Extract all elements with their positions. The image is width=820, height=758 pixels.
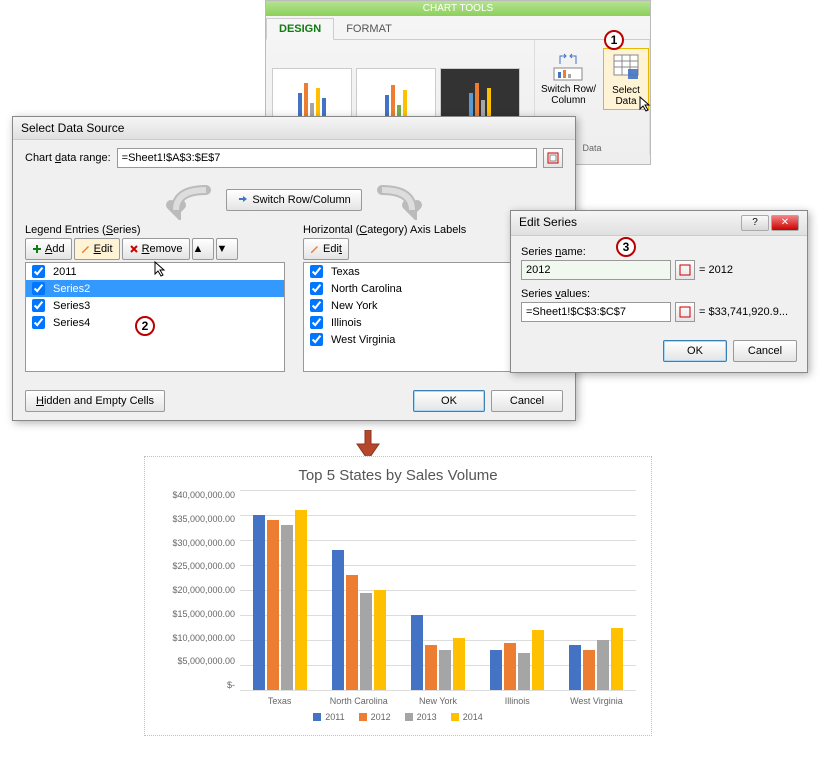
cat-item: Illinois xyxy=(331,317,362,329)
series-add-button[interactable]: Add xyxy=(25,238,72,260)
range-ref-button[interactable] xyxy=(543,148,563,168)
range-ref-icon xyxy=(679,264,691,276)
swap-arrow-right xyxy=(372,180,432,220)
series-values-ref-button[interactable] xyxy=(675,302,695,322)
es-help-button[interactable]: ? xyxy=(741,215,769,231)
range-ref-icon xyxy=(547,152,559,164)
edit-series-dialog: Edit Series ? ✕ Series name: = 2012 Seri… xyxy=(510,210,808,373)
edit-icon xyxy=(310,244,320,254)
select-data-button[interactable]: Select Data xyxy=(603,48,649,110)
add-icon xyxy=(32,244,42,254)
series-values-result: = $33,741,920.9... xyxy=(699,306,788,318)
cat-check-2[interactable] xyxy=(310,299,323,312)
series-check-2[interactable] xyxy=(32,299,45,312)
cat-item: West Virginia xyxy=(331,334,395,346)
ribbon-title: CHART TOOLS xyxy=(266,1,650,16)
cat-item: North Carolina xyxy=(331,283,402,295)
series-listbox[interactable]: 2011 Series2 Series3 Series4 xyxy=(25,262,285,372)
swap-arrow-left xyxy=(156,180,216,220)
es-titlebar: Edit Series ? ✕ xyxy=(511,211,807,236)
series-remove-button[interactable]: Remove xyxy=(122,238,190,260)
chart-data-range-input[interactable] xyxy=(117,148,537,168)
series-check-1[interactable] xyxy=(32,282,45,295)
plot-area: $40,000,000.00$35,000,000.00$30,000,000.… xyxy=(240,490,636,690)
series-item: Series3 xyxy=(53,300,90,312)
cat-item: Texas xyxy=(331,266,360,278)
callout-3: 3 xyxy=(616,237,636,257)
series-item: Series2 xyxy=(53,283,90,295)
series-edit-button[interactable]: Edit xyxy=(74,238,120,260)
series-name-input[interactable] xyxy=(521,260,671,280)
series-check-3[interactable] xyxy=(32,316,45,329)
remove-icon xyxy=(129,244,139,254)
x-axis: TexasNorth CarolinaNew YorkIllinoisWest … xyxy=(240,696,636,706)
switch-icon xyxy=(552,50,584,82)
sds-ok-button[interactable]: OK xyxy=(413,390,485,412)
callout-2: 2 xyxy=(135,316,155,336)
series-name-label: Series name: xyxy=(521,246,797,258)
series-values-input[interactable] xyxy=(521,302,671,322)
y-axis: $40,000,000.00$35,000,000.00$30,000,000.… xyxy=(160,490,235,690)
cat-item: New York xyxy=(331,300,377,312)
select-data-icon xyxy=(610,51,642,83)
switch-row-column-dialog-button[interactable]: Switch Row/Column xyxy=(226,189,361,211)
sds-title: Select Data Source xyxy=(21,121,124,135)
sds-titlebar: Select Data Source xyxy=(13,117,575,140)
es-close-button[interactable]: ✕ xyxy=(771,215,799,231)
series-name-result: = 2012 xyxy=(699,264,733,276)
edit-icon xyxy=(81,244,91,254)
cat-check-1[interactable] xyxy=(310,282,323,295)
cat-check-3[interactable] xyxy=(310,316,323,329)
es-ok-button[interactable]: OK xyxy=(663,340,727,362)
chart-title: Top 5 States by Sales Volume xyxy=(160,467,636,484)
cat-check-4[interactable] xyxy=(310,333,323,346)
cursor-icon xyxy=(638,95,652,113)
chart-legend: 2011201220132014 xyxy=(160,712,636,722)
series-move-down-button[interactable]: ▼ xyxy=(216,238,238,260)
select-data-source-dialog: Select Data Source Chart data range: Swi… xyxy=(12,116,576,421)
axis-edit-button[interactable]: Edit xyxy=(303,238,349,260)
series-name-ref-button[interactable] xyxy=(675,260,695,280)
callout-1: 1 xyxy=(604,30,624,50)
series-check-0[interactable] xyxy=(32,265,45,278)
series-move-up-button[interactable]: ▲ xyxy=(192,238,214,260)
cat-check-0[interactable] xyxy=(310,265,323,278)
tab-format[interactable]: FORMAT xyxy=(334,19,404,39)
hidden-empty-cells-button[interactable]: Hidden and Empty Cells xyxy=(25,390,165,412)
chart-data-range-label: Chart data range: xyxy=(25,152,111,164)
legend-entries-header: Legend Entries (Series) xyxy=(25,224,285,236)
chart[interactable]: Top 5 States by Sales Volume $40,000,000… xyxy=(144,456,652,736)
sds-cancel-button[interactable]: Cancel xyxy=(491,390,563,412)
cursor-icon xyxy=(153,260,167,278)
ribbon-tabs: DESIGN FORMAT xyxy=(266,16,650,40)
tab-design[interactable]: DESIGN xyxy=(266,18,334,40)
series-item: Series4 xyxy=(53,317,90,329)
switch-row-column-button[interactable]: Switch Row/ Column xyxy=(535,48,602,108)
es-cancel-button[interactable]: Cancel xyxy=(733,340,797,362)
bars xyxy=(240,490,636,690)
series-item: 2011 xyxy=(53,266,77,278)
switch-icon-small xyxy=(237,194,249,206)
es-title: Edit Series xyxy=(519,215,577,231)
range-ref-icon xyxy=(679,306,691,318)
series-values-label: Series values: xyxy=(521,288,797,300)
